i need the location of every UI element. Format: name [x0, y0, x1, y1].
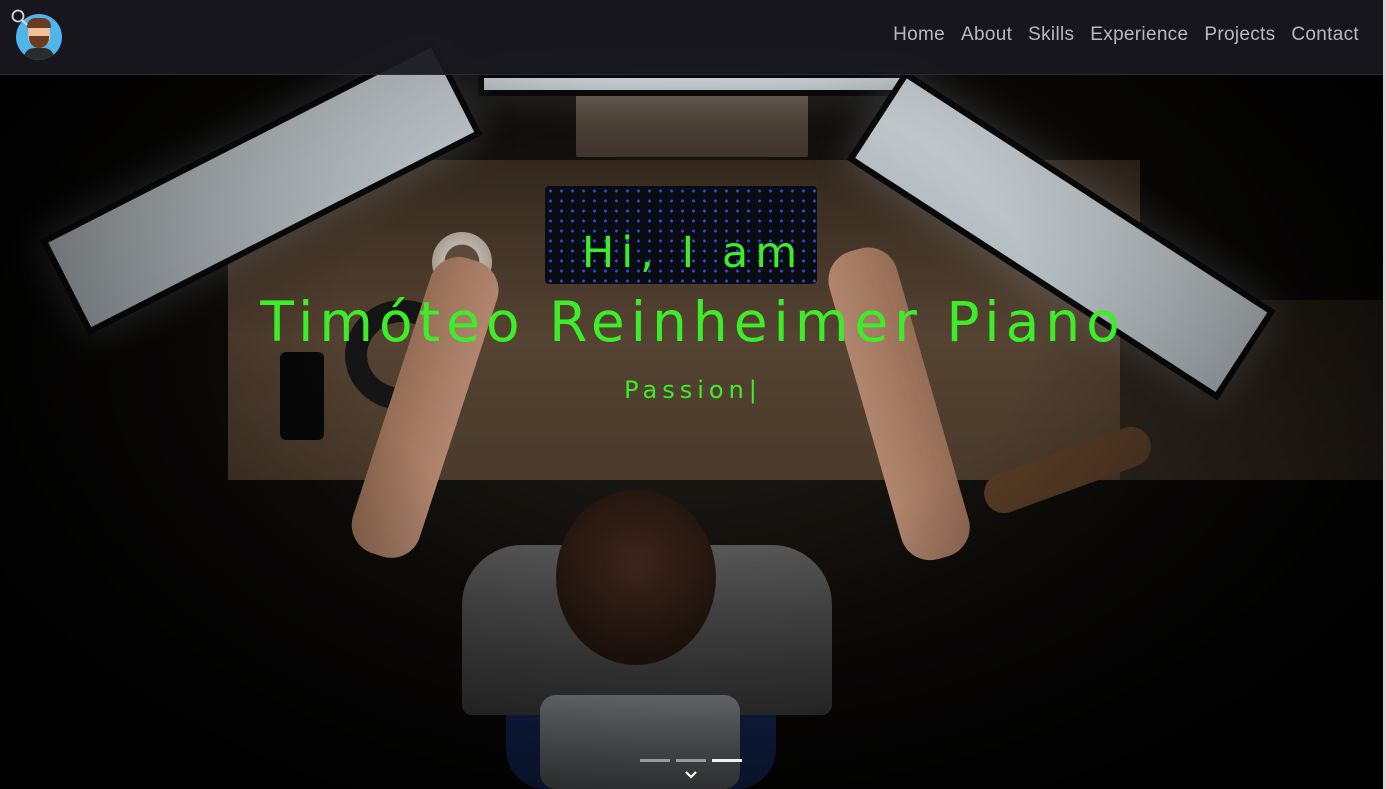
- nav-link-home[interactable]: Home: [893, 22, 945, 48]
- typed-cursor: |: [748, 376, 762, 404]
- hero-greeting: Hi, I am: [581, 228, 805, 278]
- nav-link-about[interactable]: About: [961, 22, 1012, 48]
- nav-link-contact[interactable]: Contact: [1291, 22, 1359, 48]
- chevron-down-icon[interactable]: [683, 767, 699, 781]
- slide-indicator-3[interactable]: [712, 759, 742, 762]
- avatar-body: [24, 48, 54, 60]
- page: Home About Skills Experience Projects Co…: [0, 0, 1386, 789]
- search-icon[interactable]: [10, 8, 30, 28]
- nav-links: Home About Skills Experience Projects Co…: [893, 22, 1359, 48]
- hero-typed-line: Passion|: [0, 376, 1386, 404]
- hero-text: Hi, I am Timóteo Reinheimer Piano Passio…: [0, 0, 1386, 789]
- nav-link-experience[interactable]: Experience: [1090, 22, 1188, 48]
- slide-indicator-2[interactable]: [676, 759, 706, 762]
- hero-typed-text: Passion: [624, 376, 749, 404]
- slide-indicators: [640, 759, 742, 762]
- hero-name: Timóteo Reinheimer Piano: [260, 290, 1126, 354]
- nav-link-skills[interactable]: Skills: [1028, 22, 1074, 48]
- navbar: Home About Skills Experience Projects Co…: [0, 0, 1386, 75]
- avatar-hair: [27, 18, 51, 28]
- slide-indicator-1[interactable]: [640, 759, 670, 762]
- nav-link-projects[interactable]: Projects: [1204, 22, 1275, 48]
